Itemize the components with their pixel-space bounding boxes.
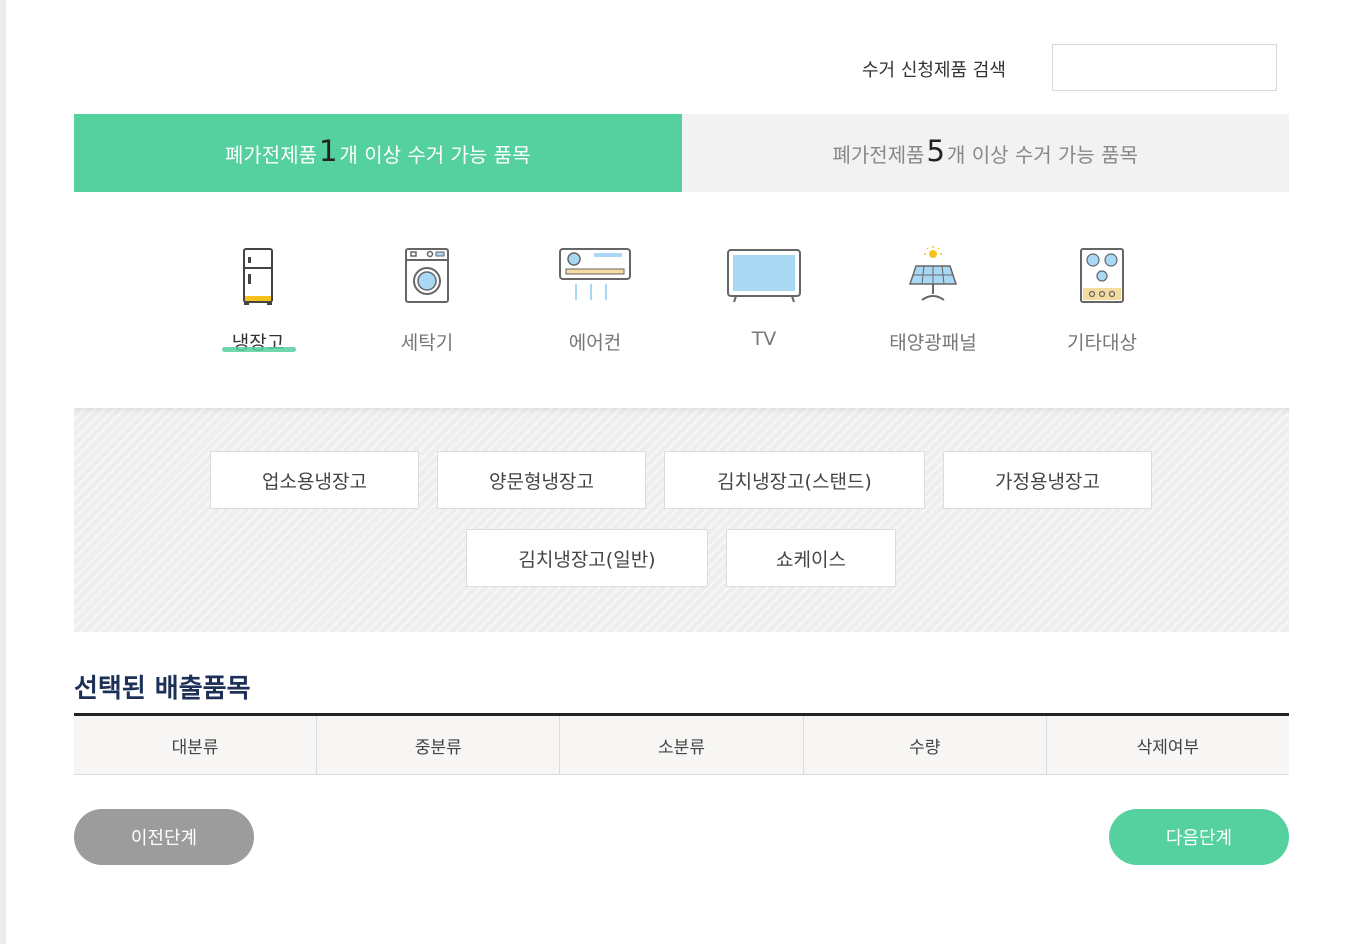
column-header-delete: 삭제여부 bbox=[1136, 737, 1200, 758]
tab-one-or-more[interactable]: 폐가전제품 1개 이상 수거 가능 품목 bbox=[74, 114, 682, 192]
tv-icon bbox=[726, 246, 802, 310]
product-search: 수거 신청제품 검색 bbox=[862, 44, 1277, 91]
column-header-minor: 소분류 bbox=[560, 716, 804, 774]
quantity-tabs: 폐가전제품 1개 이상 수거 가능 품목 폐가전제품 5개 이상 수거 가능 품… bbox=[74, 114, 1289, 192]
category-tv[interactable]: TV bbox=[680, 240, 848, 360]
next-step-button[interactable]: 다음단계 bbox=[1109, 809, 1289, 865]
search-label: 수거 신청제품 검색 bbox=[862, 60, 1006, 81]
gas-stove-icon bbox=[1077, 246, 1127, 310]
category-solar-panel[interactable]: 태양광패널 bbox=[849, 240, 1017, 360]
column-header-middle: 중분류 bbox=[317, 716, 561, 774]
sub-side-by-side-refrigerator[interactable]: 양문형냉장고 bbox=[437, 451, 646, 509]
tab-five-suffix: 개 이상 수거 가능 품목 bbox=[946, 142, 1138, 167]
active-underline bbox=[222, 347, 296, 352]
category-etc[interactable]: 기타대상 bbox=[1018, 240, 1186, 360]
category-list: 냉장고 세탁기 에어컨 TV 태양광패널 기타대상 bbox=[174, 240, 1189, 360]
selected-items-title: 선택된 배출품목 bbox=[74, 674, 251, 704]
left-edge-strip bbox=[0, 0, 6, 944]
category-label: TV bbox=[751, 328, 777, 350]
tab-five-or-more[interactable]: 폐가전제품 5개 이상 수거 가능 품목 bbox=[681, 114, 1289, 192]
tab-one-suffix: 개 이상 수거 가능 품목 bbox=[339, 142, 531, 167]
sub-household-refrigerator[interactable]: 가정용냉장고 bbox=[943, 451, 1152, 509]
selected-items-table-header: 대분류 중분류 소분류 수량 삭제여부 bbox=[74, 713, 1289, 775]
category-washing-machine[interactable]: 세탁기 bbox=[343, 240, 511, 360]
category-label: 태양광패널 bbox=[889, 332, 977, 354]
refrigerator-icon bbox=[238, 246, 278, 310]
solar-panel-icon bbox=[906, 246, 960, 310]
washing-machine-icon bbox=[402, 246, 452, 310]
tab-five-prefix: 폐가전제품 bbox=[832, 142, 925, 167]
subcategory-panel: 업소용냉장고 양문형냉장고 김치냉장고(스탠드) 가정용냉장고 김치냉장고(일반… bbox=[74, 408, 1289, 632]
category-refrigerator[interactable]: 냉장고 bbox=[174, 240, 342, 360]
column-header-quantity: 수량 bbox=[804, 716, 1047, 774]
sub-kimchi-refrigerator-stand[interactable]: 김치냉장고(스탠드) bbox=[664, 451, 925, 509]
air-conditioner-icon bbox=[558, 246, 632, 310]
category-air-conditioner[interactable]: 에어컨 bbox=[511, 240, 679, 360]
sub-kimchi-refrigerator-general[interactable]: 김치냉장고(일반) bbox=[466, 529, 708, 587]
search-input[interactable] bbox=[1052, 44, 1277, 91]
column-header-major: 대분류 bbox=[74, 716, 318, 774]
category-label: 에어컨 bbox=[568, 332, 622, 354]
sub-commercial-refrigerator[interactable]: 업소용냉장고 bbox=[210, 451, 419, 509]
category-label: 기타대상 bbox=[1067, 332, 1137, 354]
previous-step-button[interactable]: 이전단계 bbox=[74, 809, 254, 865]
sub-showcase[interactable]: 쇼케이스 bbox=[726, 529, 896, 587]
tab-five-number: 5 bbox=[926, 134, 945, 168]
tab-one-number: 1 bbox=[319, 134, 338, 168]
category-label: 세탁기 bbox=[400, 332, 454, 354]
tab-one-prefix: 폐가전제품 bbox=[225, 142, 317, 167]
